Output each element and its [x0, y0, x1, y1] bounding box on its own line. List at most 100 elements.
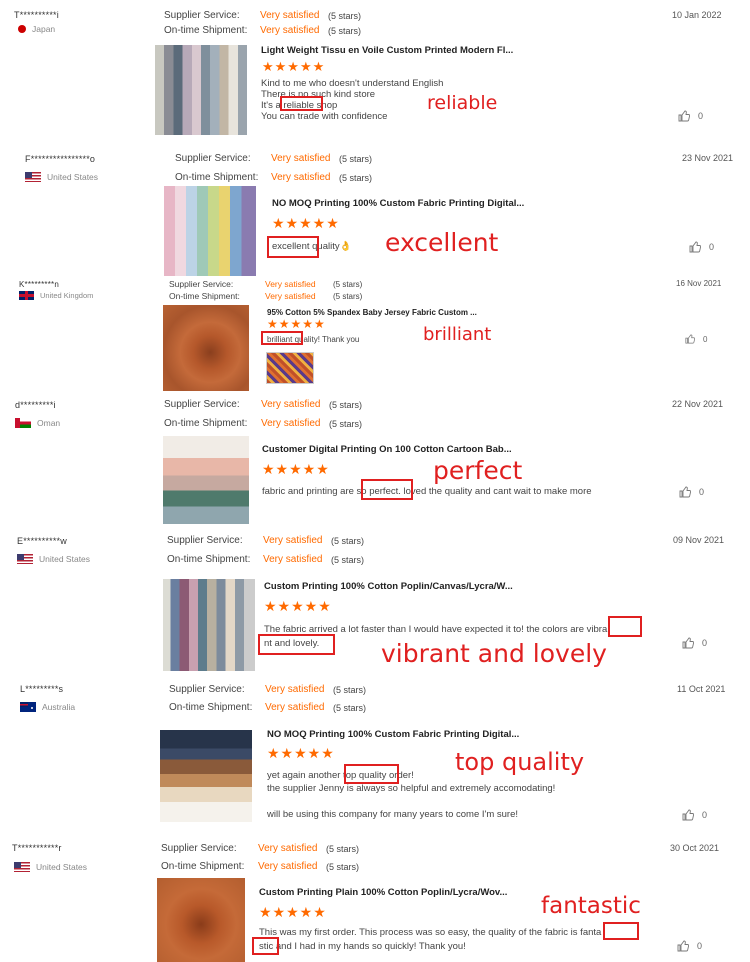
reviewer-name: E**********w [17, 536, 67, 546]
supplier-service-stars: (5 stars) [328, 11, 362, 21]
shipment-value: Very satisfied [260, 25, 320, 36]
shipment-value: Very satisfied [265, 291, 316, 301]
product-title[interactable]: Custom Printing 100% Cotton Poplin/Canva… [264, 581, 513, 592]
product-thumbnail[interactable] [164, 186, 256, 276]
supplier-service-stars: (5 stars) [329, 400, 363, 410]
like-button[interactable]: 0 [685, 334, 707, 344]
supplier-service-value: Very satisfied [265, 684, 325, 695]
shipment-stars: (5 stars) [333, 703, 367, 713]
us-flag-icon [17, 554, 33, 564]
reviewer-country: United Kingdom [19, 291, 93, 300]
rating-stars: ★★★★★ [262, 461, 330, 477]
reviewer-country: United States [14, 862, 87, 872]
annotation-text: brilliant [423, 324, 492, 345]
shipment-label: On-time Shipment: [164, 25, 248, 36]
supplier-service-value: Very satisfied [260, 10, 320, 21]
jp-flag-icon [18, 25, 26, 33]
product-thumbnail[interactable] [163, 305, 249, 391]
like-button[interactable]: 0 [677, 940, 702, 952]
highlight-box [280, 96, 323, 111]
supplier-service-label: Supplier Service: [161, 843, 237, 854]
country-label: United States [36, 862, 88, 872]
supplier-service-stars: (5 stars) [333, 280, 363, 289]
thumbs-up-icon [677, 940, 689, 952]
review-date: 30 Oct 2021 [670, 843, 720, 853]
product-thumbnail[interactable] [163, 436, 249, 524]
reviewer-name: T***********r [12, 843, 62, 853]
supplier-service-label: Supplier Service: [175, 153, 251, 164]
product-thumbnail[interactable] [160, 730, 252, 822]
like-button[interactable]: 0 [682, 809, 707, 821]
like-button[interactable]: 0 [678, 110, 703, 122]
reviewer-country: Oman [15, 418, 60, 428]
review-date: 11 Oct 2021 [677, 684, 726, 694]
country-label: Australia [42, 702, 76, 712]
like-count: 0 [699, 487, 705, 497]
supplier-service-value: Very satisfied [265, 279, 316, 289]
like-button[interactable]: 0 [682, 637, 707, 649]
review-date: 22 Nov 2021 [672, 399, 724, 409]
shipment-stars: (5 stars) [331, 555, 365, 565]
product-title[interactable]: NO MOQ Printing 100% Custom Fabric Print… [267, 729, 519, 740]
highlight-box [267, 236, 319, 258]
product-title[interactable]: Customer Digital Printing On 100 Cotton … [262, 444, 512, 455]
annotation-text: vibrant and lovely [381, 639, 607, 668]
annotation-text: reliable [427, 92, 498, 114]
thumbs-up-icon [682, 637, 694, 649]
like-button[interactable]: 0 [679, 486, 704, 498]
review-text: This was my first order. This process wa… [259, 927, 602, 952]
review-date: 09 Nov 2021 [673, 535, 725, 545]
reviewer-name: T**********i [14, 10, 59, 20]
supplier-service-stars: (5 stars) [331, 536, 365, 546]
like-count: 0 [697, 941, 703, 951]
product-thumbnail[interactable] [155, 45, 247, 135]
like-count: 0 [698, 111, 704, 121]
supplier-service-label: Supplier Service: [164, 399, 240, 410]
supplier-service-value: Very satisfied [263, 535, 323, 546]
annotation-text: excellent [385, 228, 499, 257]
review-6: L*********s Australia Supplier Service: … [0, 678, 750, 831]
review-date: 23 Nov 2021 [682, 153, 734, 163]
reviewer-country: Australia [20, 702, 75, 712]
rating-stars: ★★★★★ [267, 745, 335, 761]
supplier-service-label: Supplier Service: [164, 10, 240, 21]
review-photo[interactable] [266, 352, 314, 384]
supplier-service-label: Supplier Service: [169, 279, 234, 289]
supplier-service-label: Supplier Service: [167, 535, 243, 546]
review-1: T**********i Japan Supplier Service: Ver… [0, 0, 750, 140]
country-label: Japan [32, 24, 56, 34]
highlight-box [258, 634, 335, 655]
shipment-value: Very satisfied [271, 172, 331, 183]
product-title[interactable]: NO MOQ Printing 100% Custom Fabric Print… [272, 198, 524, 209]
review-5: E**********w United States Supplier Serv… [0, 531, 750, 678]
highlight-box [361, 479, 413, 500]
country-label: United States [39, 554, 91, 564]
rating-stars: ★★★★★ [259, 904, 327, 920]
supplier-service-value: Very satisfied [261, 399, 321, 410]
country-label: United Kingdom [40, 291, 94, 300]
product-title[interactable]: Custom Printing Plain 100% Cotton Poplin… [259, 887, 507, 898]
reviewer-name: F****************o [25, 154, 96, 164]
reviewer-country: United States [25, 172, 98, 182]
shipment-value: Very satisfied [265, 702, 325, 713]
shipment-stars: (5 stars) [339, 173, 373, 183]
rating-stars: ★★★★★ [264, 598, 332, 614]
product-title[interactable]: 95% Cotton 5% Spandex Baby Jersey Fabric… [267, 308, 477, 317]
thumbs-up-icon [678, 110, 690, 122]
like-button[interactable]: 0 [689, 241, 714, 253]
highlight-box [603, 922, 639, 940]
thumbs-up-icon [685, 334, 695, 344]
shipment-label: On-time Shipment: [161, 861, 245, 872]
review-date: 10 Jan 2022 [672, 10, 722, 20]
review-date: 16 Nov 2021 [676, 279, 722, 288]
shipment-label: On-time Shipment: [175, 172, 259, 183]
om-flag-icon [15, 418, 31, 428]
shipment-label: On-time Shipment: [167, 554, 251, 565]
product-title[interactable]: Light Weight Tissu en Voile Custom Print… [261, 45, 513, 56]
product-thumbnail[interactable] [163, 579, 255, 671]
shipment-value: Very satisfied [263, 554, 323, 565]
reviewer-name: K*********n [19, 280, 60, 289]
shipment-label: On-time Shipment: [164, 418, 248, 429]
like-count: 0 [702, 638, 708, 648]
product-thumbnail[interactable] [157, 878, 245, 962]
